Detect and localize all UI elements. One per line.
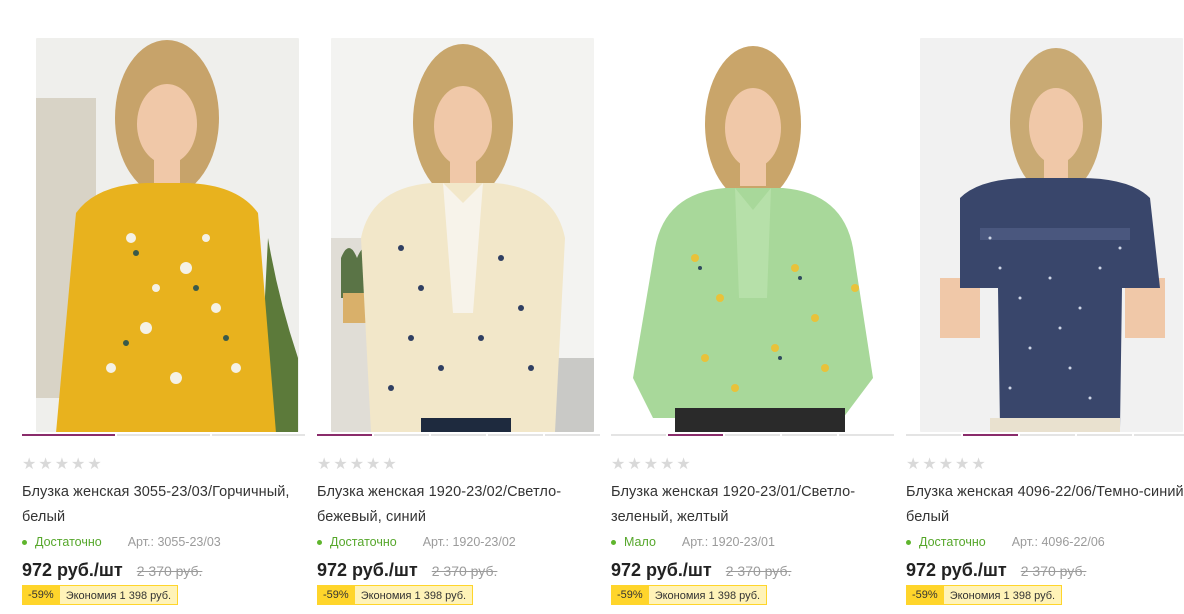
star-icon: ★ [317, 454, 332, 473]
image-slider-indicator[interactable] [611, 434, 894, 436]
star-icon: ★ [349, 454, 365, 473]
price: 972 руб./шт [317, 560, 418, 580]
star-icon: ★ [971, 454, 986, 473]
stock-dot-icon [611, 539, 616, 545]
price: 972 руб./шт [906, 560, 1007, 580]
product-photo[interactable] [625, 38, 888, 432]
price: 972 руб./шт [22, 560, 123, 580]
discount-badge: -59% Экономия 1 398 руб. [906, 585, 1063, 605]
price-row: 972 руб./шт 2 370 руб. [22, 560, 202, 581]
product-photo[interactable] [331, 38, 594, 432]
product-title[interactable]: Блузка женская 1920-23/01/Светло-зеленый… [611, 480, 896, 530]
rating-stars[interactable]: ★ ★ ★ ★ ★ [906, 456, 986, 472]
star-icon: ★ [676, 454, 691, 473]
article-number: Арт.: 1920-23/01 [681, 535, 775, 549]
product-grid: ★ ★ ★ ★ ★ Блузка женская 3055-23/03/Горчичны… [22, 38, 1184, 614]
article-number: Арт.: 4096-22/06 [1011, 535, 1105, 549]
star-icon: ★ [906, 454, 921, 473]
image-slider-indicator[interactable] [317, 434, 600, 436]
savings-label: Экономия 1 398 руб. [354, 585, 474, 605]
star-icon: ★ [382, 454, 397, 473]
rating-stars[interactable]: ★ ★ ★ ★ ★ [22, 456, 102, 472]
star-icon: ★ [22, 454, 37, 473]
star-icon: ★ [955, 454, 970, 473]
image-slider-indicator[interactable] [906, 434, 1184, 436]
rating-stars[interactable]: ★ ★ ★ ★ ★ [611, 456, 691, 472]
stock-dot-icon [22, 539, 27, 545]
discount-badge: -59% Экономия 1 398 руб. [317, 585, 474, 605]
stock-and-article: Достаточно Арт.: 3055-23/03 [22, 535, 221, 549]
discount-badge: -59% Экономия 1 398 руб. [22, 585, 179, 605]
stock-status: Достаточно [919, 535, 986, 549]
stock-and-article: Мало Арт.: 1920-23/01 [611, 535, 775, 549]
product-photo[interactable] [36, 38, 299, 432]
discount-percent: -59% [611, 585, 649, 605]
product-card[interactable]: ★ ★ ★ ★ ★ Блузка женская 4096-22/06/Темно-си… [906, 38, 1184, 614]
product-photo-image [331, 38, 594, 432]
product-card[interactable]: ★ ★ ★ ★ ★ Блузка женская 1920-23/02/Светло-б… [317, 38, 600, 614]
product-card[interactable]: ★ ★ ★ ★ ★ Блузка женская 3055-23/03/Горчичны… [22, 38, 305, 614]
savings-label: Экономия 1 398 руб. [943, 585, 1063, 605]
old-price: 2 370 руб. [1020, 563, 1087, 579]
stock-status: Мало [624, 535, 656, 549]
old-price: 2 370 руб. [136, 563, 203, 579]
stock-dot-icon [317, 539, 322, 545]
old-price: 2 370 руб. [725, 563, 792, 579]
discount-percent: -59% [22, 585, 60, 605]
star-icon: ★ [54, 454, 70, 473]
star-icon: ★ [71, 454, 86, 473]
product-photo[interactable] [920, 38, 1183, 432]
star-icon: ★ [922, 454, 937, 473]
product-photo-image [625, 38, 888, 432]
product-photo-image [36, 38, 299, 432]
star-icon: ★ [660, 454, 675, 473]
old-price: 2 370 руб. [431, 563, 498, 579]
price-row: 972 руб./шт 2 370 руб. [906, 560, 1086, 581]
product-card[interactable]: ★ ★ ★ ★ ★ Блузка женская 1920-23/01/Светло-з… [611, 38, 894, 614]
stock-status: Достаточно [35, 535, 102, 549]
star-icon: ★ [333, 454, 348, 473]
savings-label: Экономия 1 398 руб. [59, 585, 179, 605]
article-number: Арт.: 3055-23/03 [127, 535, 221, 549]
discount-badge: -59% Экономия 1 398 руб. [611, 585, 768, 605]
product-photo-image [920, 38, 1183, 432]
star-icon: ★ [938, 454, 954, 473]
star-icon: ★ [627, 454, 642, 473]
discount-percent: -59% [317, 585, 355, 605]
product-title[interactable]: Блузка женская 3055-23/03/Горчичный, бел… [22, 480, 307, 530]
product-title[interactable]: Блузка женская 1920-23/02/Светло-бежевый… [317, 480, 602, 530]
stock-status: Достаточно [330, 535, 397, 549]
stock-and-article: Достаточно Арт.: 4096-22/06 [906, 535, 1105, 549]
article-number: Арт.: 1920-23/02 [422, 535, 516, 549]
star-icon: ★ [366, 454, 381, 473]
stock-dot-icon [906, 539, 911, 545]
star-icon: ★ [87, 454, 102, 473]
rating-stars[interactable]: ★ ★ ★ ★ ★ [317, 456, 397, 472]
price-row: 972 руб./шт 2 370 руб. [317, 560, 497, 581]
savings-label: Экономия 1 398 руб. [648, 585, 768, 605]
image-slider-indicator[interactable] [22, 434, 305, 436]
star-icon: ★ [643, 454, 659, 473]
price-row: 972 руб./шт 2 370 руб. [611, 560, 791, 581]
star-icon: ★ [38, 454, 53, 473]
discount-percent: -59% [906, 585, 944, 605]
star-icon: ★ [611, 454, 626, 473]
product-title[interactable]: Блузка женская 4096-22/06/Темно-синий, б… [906, 480, 1184, 530]
price: 972 руб./шт [611, 560, 712, 580]
stock-and-article: Достаточно Арт.: 1920-23/02 [317, 535, 516, 549]
